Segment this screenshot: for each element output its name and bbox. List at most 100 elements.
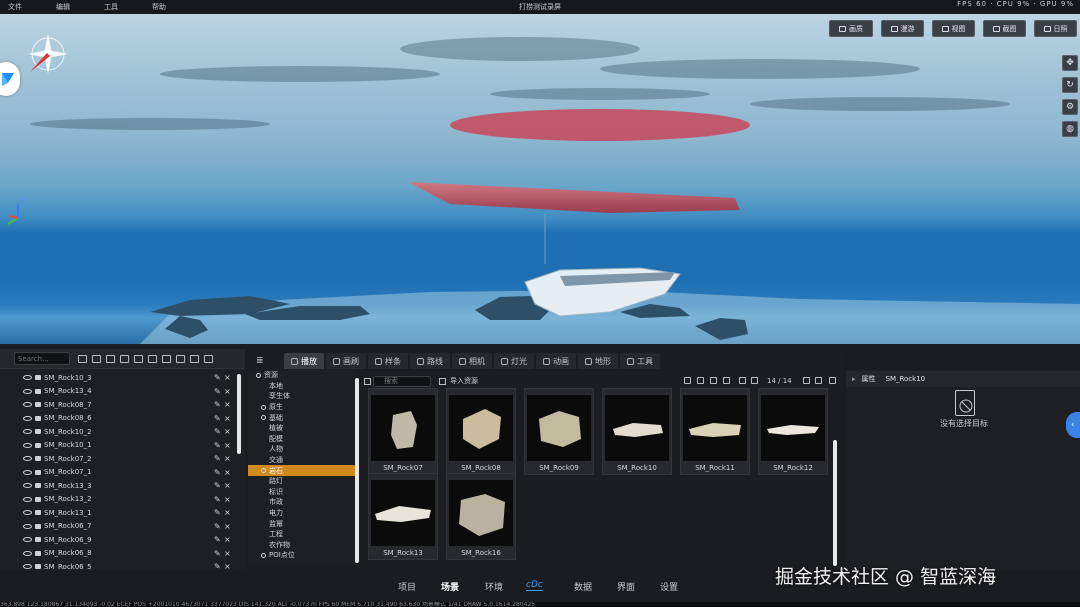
edit-icon[interactable]: ✎	[214, 508, 224, 517]
tree-item[interactable]: 本地	[248, 381, 356, 392]
tag-icon[interactable]	[739, 377, 746, 384]
page-prev-icon[interactable]	[751, 377, 758, 384]
tab-2[interactable]: 样条	[368, 353, 408, 369]
refresh-icon[interactable]	[697, 377, 704, 384]
edit-icon[interactable]: ✎	[214, 549, 224, 558]
menu-tools[interactable]: 工具	[104, 2, 144, 12]
close-icon[interactable]: ×	[224, 481, 234, 490]
edit-icon[interactable]: ✎	[214, 414, 224, 423]
outliner-row[interactable]: SM_Rock13_3 ✎ ×	[0, 479, 245, 493]
visibility-eye-icon[interactable]	[23, 550, 32, 556]
list-mode-icon[interactable]	[815, 377, 822, 384]
tree-item[interactable]: 岩石	[248, 465, 356, 476]
menu-help[interactable]: 帮助	[152, 2, 192, 12]
visibility-eye-icon[interactable]	[23, 537, 32, 543]
expand-icon[interactable]	[261, 552, 266, 558]
edit-icon[interactable]: ✎	[214, 454, 224, 463]
tab-1[interactable]: 画刷	[326, 353, 366, 369]
quality-button[interactable]: 画质	[829, 20, 873, 37]
tree-item[interactable]: 孪生体	[248, 391, 356, 402]
close-icon[interactable]: ×	[224, 400, 234, 409]
outliner-row[interactable]: SM_Rock07_2 ✎ ×	[0, 452, 245, 466]
sunlight-button[interactable]: 日照	[1034, 20, 1077, 37]
visibility-eye-icon[interactable]	[23, 523, 32, 529]
edit-icon[interactable]: ✎	[214, 400, 224, 409]
asset-card[interactable]: SM_Rock10	[602, 388, 672, 475]
move-icon[interactable]: ✥	[1062, 55, 1078, 71]
visibility-eye-icon[interactable]	[23, 429, 32, 435]
sort-order-icon[interactable]	[803, 377, 810, 384]
outliner-search-input[interactable]	[14, 352, 70, 365]
tab-7[interactable]: 地形	[578, 353, 618, 369]
visibility-eye-icon[interactable]	[23, 442, 32, 448]
outliner-row[interactable]: SM_Rock08_7 ✎ ×	[0, 398, 245, 412]
asset-card[interactable]: SM_Rock08	[446, 388, 516, 475]
tree-item[interactable]: 资源	[248, 370, 356, 381]
tree-item[interactable]: 农作物	[248, 540, 356, 551]
grid-mode-icon[interactable]	[829, 377, 836, 384]
nav-project[interactable]: 项目	[398, 580, 416, 593]
visibility-eye-icon[interactable]	[23, 564, 32, 570]
outliner-row[interactable]: SM_Rock13_1 ✎ ×	[0, 506, 245, 520]
close-icon[interactable]: ×	[224, 549, 234, 558]
panel-toggle-icon[interactable]: ≣	[256, 356, 270, 366]
favorite-icon[interactable]	[710, 377, 717, 384]
rotate-icon[interactable]: ↻	[1062, 77, 1078, 93]
filter-icon[interactable]	[134, 354, 143, 363]
tree-item[interactable]: 基础	[248, 412, 356, 423]
close-icon[interactable]: ×	[224, 387, 234, 396]
visibility-eye-icon[interactable]	[23, 483, 32, 489]
screenshot-button[interactable]: 截图	[983, 20, 1026, 37]
import-assets-label[interactable]: 导入资源	[450, 376, 478, 386]
nav-environment[interactable]: 环境	[485, 580, 503, 593]
visibility-eye-icon[interactable]	[23, 510, 32, 516]
sort-icon[interactable]	[684, 377, 691, 384]
close-icon[interactable]: ×	[224, 373, 234, 382]
tree-item[interactable]: 工程	[248, 529, 356, 540]
edit-icon[interactable]: ✎	[214, 522, 224, 531]
tab-3[interactable]: 路线	[410, 353, 450, 369]
3d-viewport[interactable]: Z 画质 漫游 视图 截图 日照 ✥ ↻ ⚙ ◍	[0, 14, 1080, 344]
asset-card[interactable]: SM_Rock16	[446, 473, 516, 560]
tab-6[interactable]: 动画	[536, 353, 576, 369]
visibility-eye-icon[interactable]	[23, 375, 32, 381]
list-icon[interactable]	[176, 354, 185, 363]
import-icon[interactable]	[439, 377, 446, 385]
edit-icon[interactable]: ✎	[214, 481, 224, 490]
menu-edit[interactable]: 编辑	[56, 2, 96, 12]
collapse-arrow-icon[interactable]: ▸	[852, 375, 856, 383]
nav-data[interactable]: 数据	[574, 580, 592, 593]
outliner-row[interactable]: SM_Rock06_7 ✎ ×	[0, 520, 245, 534]
nav-scene[interactable]: 场景	[441, 580, 459, 593]
edit-icon[interactable]: ✎	[214, 427, 224, 436]
globe-icon[interactable]: ◍	[1062, 121, 1078, 137]
close-icon[interactable]: ×	[224, 508, 234, 517]
tree-item[interactable]: 交通	[248, 455, 356, 466]
tab-0[interactable]: 播放	[284, 353, 324, 369]
link-icon[interactable]	[92, 354, 101, 363]
close-icon[interactable]: ×	[224, 414, 234, 423]
roam-button[interactable]: 漫游	[881, 20, 924, 37]
collapse-panel-tab[interactable]: ‹	[1066, 412, 1080, 438]
expand-icon[interactable]	[261, 415, 266, 421]
outliner-row[interactable]: SM_Rock07_1 ✎ ×	[0, 466, 245, 480]
tree-item[interactable]: POI点位	[248, 550, 356, 561]
visibility-eye-icon[interactable]	[23, 402, 32, 408]
collapse-icon[interactable]	[106, 354, 115, 363]
outliner-row[interactable]: SM_Rock13_4 ✎ ×	[0, 385, 245, 399]
edit-icon[interactable]: ✎	[214, 468, 224, 477]
close-icon[interactable]: ×	[224, 468, 234, 477]
outliner-scrollbar[interactable]	[237, 374, 241, 454]
outliner-row[interactable]: SM_Rock08_6 ✎ ×	[0, 412, 245, 426]
asset-search-input[interactable]	[373, 375, 431, 387]
visibility-eye-icon[interactable]	[23, 415, 32, 421]
copy-icon[interactable]	[148, 354, 157, 363]
tab-8[interactable]: 工具	[620, 353, 660, 369]
tree-item[interactable]: 标识	[248, 487, 356, 498]
outliner-row[interactable]: SM_Rock10_3 ✎ ×	[0, 371, 245, 385]
edit-icon[interactable]: ✎	[214, 441, 224, 450]
visibility-eye-icon[interactable]	[23, 496, 32, 502]
asset-card[interactable]: SM_Rock11	[680, 388, 750, 475]
tree-item[interactable]: 原生	[248, 402, 356, 413]
grid-icon[interactable]	[190, 354, 199, 363]
